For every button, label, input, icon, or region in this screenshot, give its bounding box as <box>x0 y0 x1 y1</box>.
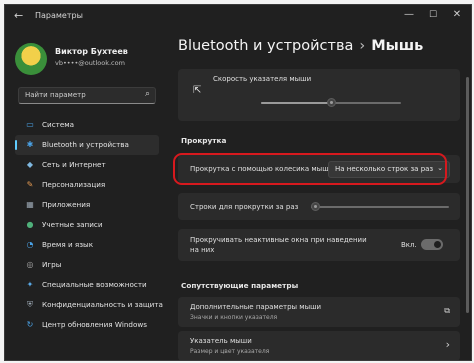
scrollbar[interactable] <box>466 77 469 313</box>
inactive-scroll-card: Прокручивать неактивные окна при наведен… <box>178 229 460 261</box>
sidebar-item-label: Персонализация <box>42 180 106 189</box>
related-subtitle: Размер и цвет указателя <box>190 348 270 355</box>
sidebar-item[interactable]: ◆ Сеть и Интернет <box>15 155 159 175</box>
title-bar: ← Параметры — ☐ ✕ <box>5 5 471 29</box>
avatar[interactable] <box>15 43 47 75</box>
related-section-heading: Сопутствующие параметры <box>181 281 299 290</box>
user-name: Виктор Бухтеев <box>55 47 128 56</box>
sidebar-item[interactable]: ↻ Центр обновления Windows <box>15 315 159 335</box>
scroll-section-heading: Прокрутка <box>181 136 227 145</box>
sidebar-item-label: Учетные записи <box>42 220 103 229</box>
page-title: Bluetooth и устройства › Мышь <box>178 38 423 54</box>
close-button[interactable]: ✕ <box>447 9 467 20</box>
additional-mouse-settings-card[interactable]: Дополнительные параметры мыши Значки и к… <box>178 297 460 327</box>
mouse-cursor-icon: ⇱ <box>193 85 202 96</box>
pointer-speed-card: Скорость указателя мыши <box>178 69 460 121</box>
sidebar-item-label: Время и язык <box>42 240 94 249</box>
inactive-scroll-label-line2: на них <box>190 246 215 254</box>
sidebar-item-label: Конфиденциальность и защита <box>42 300 163 309</box>
lines-to-scroll-card: Строки для прокрутки за раз <box>178 193 460 220</box>
pointer-speed-label: Скорость указателя мыши <box>213 75 312 83</box>
inactive-scroll-toggle[interactable] <box>421 239 443 250</box>
person-icon: ● <box>26 220 34 229</box>
mouse-pointer-card[interactable]: Указатель мыши Размер и цвет указателя › <box>178 331 460 360</box>
breadcrumb-separator: › <box>359 38 366 54</box>
apps-icon: ▦ <box>26 200 34 209</box>
sidebar-nav: ▭ Система ✱ Bluetooth и устройства ◆ Сеть и И… <box>15 115 163 335</box>
back-arrow-icon[interactable]: ← <box>14 9 23 22</box>
related-title: Указатель мыши <box>190 337 252 345</box>
breadcrumb-current: Мышь <box>371 38 424 54</box>
related-title: Дополнительные параметры мыши <box>190 303 322 311</box>
breadcrumb-parent[interactable]: Bluetooth и устройства <box>178 38 353 54</box>
lines-to-scroll-label: Строки для прокрутки за раз <box>190 203 299 211</box>
sidebar-item[interactable]: ◔ Время и язык <box>15 235 159 255</box>
user-email: vb••••@outlook.com <box>55 59 125 67</box>
bluetooth-icon: ✱ <box>26 140 34 149</box>
sidebar-item[interactable]: ✦ Специальные возможности <box>15 275 159 295</box>
maximize-button[interactable]: ☐ <box>423 10 443 20</box>
search-placeholder: Найти параметр <box>25 91 86 99</box>
sidebar-item[interactable]: ● Учетные записи <box>15 215 159 235</box>
inactive-scroll-label-line1: Прокручивать неактивные окна при наведен… <box>190 236 367 244</box>
search-input[interactable]: Найти параметр ⌕ <box>18 87 156 104</box>
shield-icon: ⛨ <box>27 300 33 309</box>
pointer-speed-fill <box>261 102 331 104</box>
annotation-highlight-box <box>173 153 447 185</box>
sidebar-item-label: Система <box>42 120 75 129</box>
sidebar-item-label: Игры <box>42 260 62 269</box>
sidebar-item-label: Приложения <box>42 200 91 209</box>
sidebar-item[interactable]: ◎ Игры <box>15 255 159 275</box>
sidebar-item[interactable]: ▦ Приложения <box>15 195 159 215</box>
sidebar-item-label: Сеть и Интернет <box>42 160 106 169</box>
related-subtitle: Значки и кнопки указателя <box>190 314 278 321</box>
chevron-right-icon: › <box>445 338 450 351</box>
pointer-speed-slider-thumb[interactable] <box>327 98 336 107</box>
accessibility-icon: ✦ <box>26 280 34 289</box>
sidebar-item-label: Bluetooth и устройства <box>42 140 129 149</box>
minimize-button[interactable]: — <box>399 9 419 20</box>
settings-window: ← Параметры — ☐ ✕ Виктор Бухтеев vb••••@… <box>4 4 472 361</box>
update-icon: ↻ <box>26 320 34 329</box>
network-icon: ◆ <box>26 160 34 169</box>
sidebar-item[interactable]: ✱ Bluetooth и устройства <box>15 135 159 155</box>
sidebar-item-label: Центр обновления Windows <box>42 320 147 329</box>
lines-to-scroll-track[interactable] <box>311 206 449 208</box>
sidebar: Виктор Бухтеев vb••••@outlook.com Найти … <box>5 29 165 360</box>
brush-icon: ✎ <box>26 180 34 189</box>
display-icon: ▭ <box>26 120 34 129</box>
search-icon[interactable]: ⌕ <box>145 89 150 99</box>
sidebar-item-label: Специальные возможности <box>42 280 147 289</box>
globe-icon: ◔ <box>26 240 34 249</box>
sidebar-item[interactable]: ✎ Персонализация <box>15 175 159 195</box>
sidebar-item[interactable]: ▭ Система <box>15 115 159 135</box>
external-link-icon: ⧉ <box>444 306 450 315</box>
main-content: Bluetooth и устройства › Мышь Скорость ука… <box>165 29 471 360</box>
lines-to-scroll-slider-thumb[interactable] <box>311 202 320 211</box>
gamepad-icon: ◎ <box>26 260 34 269</box>
app-title: Параметры <box>35 11 83 20</box>
inactive-scroll-state: Вкл. <box>401 241 417 249</box>
sidebar-item[interactable]: ⛨ Конфиденциальность и защита <box>15 295 163 315</box>
